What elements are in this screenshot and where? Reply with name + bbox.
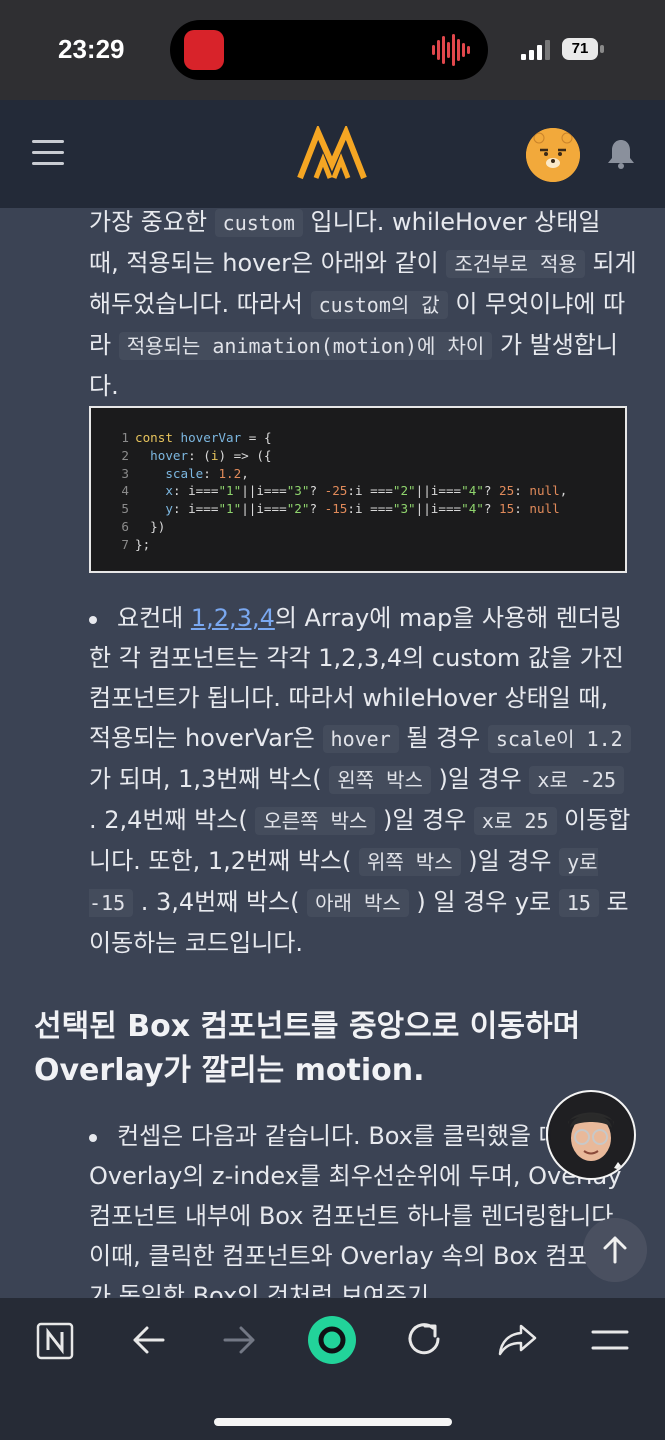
code-line: 6 }) bbox=[121, 518, 166, 534]
home-circle-icon[interactable] bbox=[306, 1314, 358, 1366]
inline-code: 조건부로 적용 bbox=[446, 250, 585, 278]
code-line: 1 const hoverVar = { bbox=[121, 430, 272, 445]
anchor-link[interactable]: 1,2,3,4 bbox=[191, 604, 275, 632]
inline-code: 적용되는 animation(motion)에 차이 bbox=[118, 332, 493, 360]
share-icon[interactable] bbox=[497, 1322, 537, 1358]
inline-code: scale이 1.2 bbox=[487, 725, 631, 753]
status-bar: 23:29 71 bbox=[0, 0, 665, 100]
reload-icon[interactable] bbox=[405, 1320, 443, 1358]
home-indicator bbox=[214, 1418, 452, 1426]
battery-indicator: 71 bbox=[562, 38, 598, 60]
text: )일 경우 bbox=[460, 847, 560, 875]
battery-tip bbox=[600, 45, 604, 53]
code-line: 3 scale: 1.2, bbox=[121, 465, 249, 481]
app-icon bbox=[184, 30, 224, 70]
section-heading: 선택된 Box 컴포넌트를 중앙으로 이동하며 Overlay가 깔리는 mot… bbox=[34, 1009, 581, 1088]
article-content: 가장 중요한 custom 입니다. whileHover 상태일 때, 적용되… bbox=[0, 208, 665, 1298]
notion-icon[interactable] bbox=[36, 1322, 74, 1360]
inline-code: x로 25 bbox=[473, 807, 557, 835]
bullet-item: 요컨대 1,2,3,4의 Array에 map을 사용해 렌더링한 각 컴포넌트… bbox=[89, 598, 637, 963]
inline-code: 아래 박스 bbox=[307, 889, 409, 917]
text: ) 일 경우 y로 bbox=[408, 888, 559, 916]
text: 요컨대 bbox=[117, 604, 191, 632]
text: )일 경우 bbox=[375, 806, 474, 834]
text: 될 경우 bbox=[398, 724, 488, 752]
text: 가 되며, 1,3번째 박스( bbox=[89, 765, 330, 793]
inline-code: hover bbox=[322, 725, 399, 753]
inline-code: custom의 값 bbox=[310, 291, 448, 319]
code-line: 5 y: i==="1"||i==="2"? -15:i ==="3"||i==… bbox=[121, 501, 560, 517]
back-icon[interactable] bbox=[131, 1324, 165, 1356]
forward-icon[interactable] bbox=[223, 1324, 257, 1356]
avatar-bear[interactable] bbox=[526, 128, 580, 182]
text: . 3,4번째 박스( bbox=[133, 888, 308, 916]
inline-code: 왼쪽 박스 bbox=[329, 766, 431, 794]
inline-code: 15 bbox=[558, 889, 599, 917]
article-paragraph: 가장 중요한 custom 입니다. whileHover 상태일 때, 적용되… bbox=[89, 208, 637, 406]
site-logo[interactable] bbox=[296, 126, 368, 182]
code-block: 1 const hoverVar = { 2 hover: (i) => ({ 3… bbox=[89, 406, 627, 573]
code-line: 7}; bbox=[121, 536, 151, 552]
bell-icon[interactable] bbox=[606, 138, 636, 170]
dynamic-island bbox=[170, 20, 488, 80]
text: . 2,4번째 박스( bbox=[89, 806, 256, 834]
inline-code: x로 -25 bbox=[529, 766, 625, 794]
code-line: 2 hover: (i) => ({ bbox=[121, 447, 272, 463]
audio-wave-icon bbox=[432, 34, 470, 66]
inline-code: 오른쪽 박스 bbox=[255, 807, 376, 835]
inline-code: 위쪽 박스 bbox=[358, 848, 461, 876]
hamburger-icon[interactable] bbox=[32, 140, 64, 166]
menu-icon[interactable] bbox=[591, 1328, 629, 1352]
text: )일 경우 bbox=[430, 765, 530, 793]
inline-code: custom bbox=[214, 209, 303, 237]
scroll-to-top-button[interactable] bbox=[583, 1218, 647, 1282]
chat-avatar-icon[interactable] bbox=[546, 1090, 636, 1180]
status-time: 23:29 bbox=[58, 34, 125, 64]
text: 가장 중요한 bbox=[89, 208, 215, 236]
code-line: 4 x: i==="1"||i==="3"? -25:i ==="2"||i==… bbox=[121, 483, 568, 499]
cellular-signal-icon bbox=[521, 40, 550, 60]
